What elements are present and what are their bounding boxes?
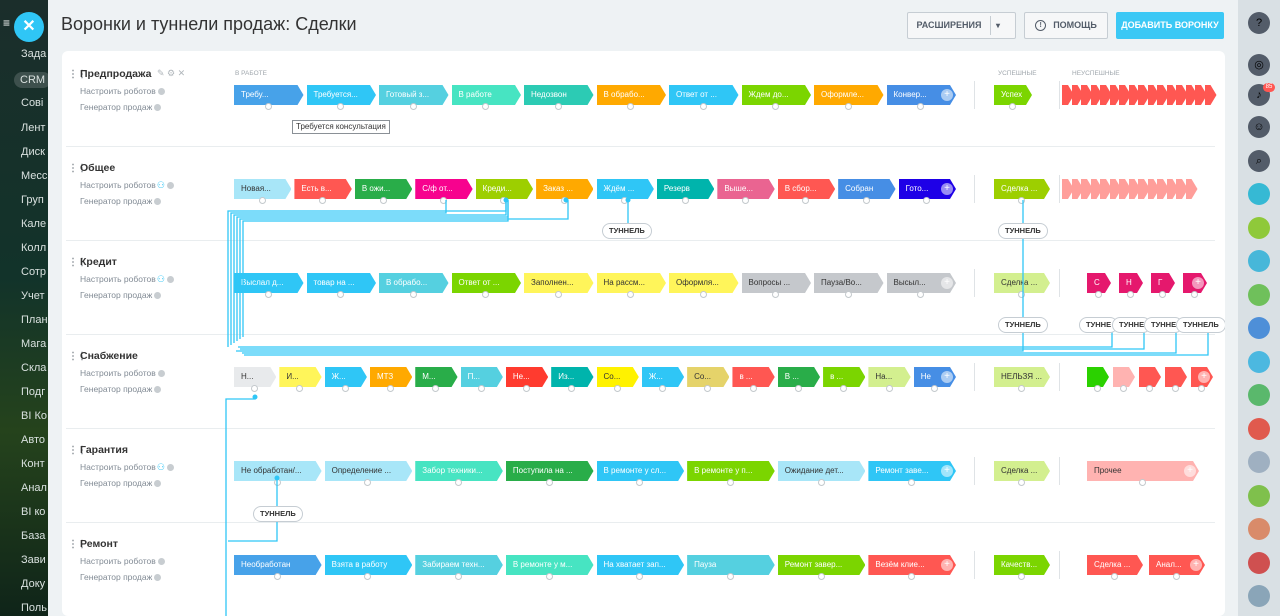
chevron-down-icon[interactable]: ▾ [996, 13, 1000, 38]
nav-item[interactable]: Колл [21, 242, 46, 254]
funnels-panel: ⋮⋮ Предпродажа ✎ ⚙ ✕ Настроить роботов Генер… [62, 51, 1225, 616]
avatar[interactable] [1248, 183, 1270, 205]
nav-item[interactable]: Диск [21, 146, 45, 158]
nav-item[interactable]: Зави [21, 554, 46, 566]
avatar[interactable] [1248, 551, 1270, 574]
search-icon[interactable]: ⌕ [1248, 150, 1270, 172]
add-funnel-button[interactable]: ДОБАВИТЬ ВОРОНКУ [1116, 12, 1224, 39]
help-icon[interactable]: ? [1248, 12, 1270, 34]
nav-item[interactable]: Лент [21, 122, 45, 134]
nav-item[interactable]: Поль [21, 602, 47, 614]
nav-item[interactable]: Доку [21, 578, 45, 590]
tunnel-chip[interactable]: ТУННЕЛЬ [1176, 317, 1225, 333]
link-endpoint [625, 197, 631, 203]
nav-item[interactable]: CRM [14, 72, 48, 88]
nav-item[interactable]: Сотр [21, 266, 46, 278]
link-endpoint [563, 197, 569, 203]
tunnel-chip[interactable]: ТУННЕЛЬ [998, 223, 1048, 239]
avatar[interactable] [1248, 283, 1270, 306]
tunnel-link-line [240, 331, 1145, 350]
avatar[interactable] [1248, 350, 1270, 373]
avatar[interactable] [1248, 484, 1270, 507]
avatar[interactable] [1248, 585, 1270, 607]
link-endpoint [503, 197, 509, 203]
target-icon[interactable]: ◎ [1248, 54, 1270, 76]
nav-item[interactable]: Скла [21, 362, 46, 374]
right-sidebar: ? ◎ ♪ ☺ ⌕ [1238, 0, 1280, 616]
link-endpoint [252, 394, 258, 400]
tunnel-links [225, 197, 1209, 616]
nav-item[interactable]: Мага [21, 338, 46, 350]
avatar[interactable] [1248, 451, 1270, 473]
nav-item[interactable]: Зада [21, 48, 46, 60]
main-area: Воронки и туннели продаж: Сделки РАСШИРЕ… [48, 0, 1280, 616]
tunnel-link-line [230, 200, 447, 345]
nav-item[interactable]: Кале [21, 218, 46, 230]
nav-item[interactable]: Анал [21, 482, 47, 494]
notification-badge: 85 [1263, 83, 1275, 92]
avatar[interactable] [1248, 317, 1270, 339]
page-title: Воронки и туннели продаж: Сделки [61, 14, 357, 34]
button-divider [990, 16, 991, 35]
nav-item[interactable]: Подг [21, 386, 45, 398]
nav-item[interactable]: Конт [21, 458, 45, 470]
help-label: ПОМОЩЬ [1053, 20, 1097, 30]
extensions-button[interactable]: РАСШИРЕНИЯ ▾ [907, 12, 1016, 39]
tunnel-link-line [227, 200, 507, 347]
nav-item[interactable]: Месс [21, 170, 47, 182]
avatar[interactable] [1248, 384, 1270, 406]
nav-item[interactable]: Груп [21, 194, 44, 206]
nav-item[interactable]: Авто [21, 434, 45, 446]
extensions-label: РАСШИРЕНИЯ [916, 20, 982, 30]
avatar[interactable] [1248, 250, 1270, 272]
nav-item[interactable]: База [21, 530, 45, 542]
tunnel-link-line [242, 331, 1177, 354]
nav-item[interactable]: BI Ко [21, 410, 47, 422]
nav-item[interactable]: BI кo [21, 506, 45, 518]
close-slider-button[interactable]: ✕ [14, 12, 44, 42]
stage-tooltip: Требуется консультация [292, 120, 390, 134]
tunnel-link-line [228, 520, 278, 542]
nav-item[interactable]: Учет [21, 290, 45, 302]
tunnel-link-line [238, 331, 1113, 348]
left-navigation: Зада CRM Сові Лент Диск Месс Груп Кале Колл Сотр У… [0, 0, 48, 616]
nav-item[interactable]: Сові [21, 97, 43, 109]
tunnel-chip[interactable]: ТУННЕЛЬ [998, 317, 1048, 333]
tunnel-link-line [236, 331, 1024, 352]
chat-icon[interactable]: ☺ [1248, 116, 1270, 138]
tunnel-link-line [225, 397, 256, 616]
nav-item[interactable]: План [21, 314, 48, 326]
tunnel-link-line [242, 200, 509, 337]
tunnel-chip[interactable]: ТУННЕЛЬ [253, 506, 303, 522]
link-endpoint [274, 475, 280, 481]
avatar[interactable] [1248, 417, 1270, 440]
tunnel-chip[interactable]: ТУННЕЛЬ [602, 223, 652, 239]
avatar[interactable] [1248, 518, 1270, 540]
help-button[interactable]: ! ПОМОЩЬ [1024, 12, 1108, 39]
avatar[interactable] [1248, 216, 1270, 239]
info-icon: ! [1035, 20, 1047, 32]
